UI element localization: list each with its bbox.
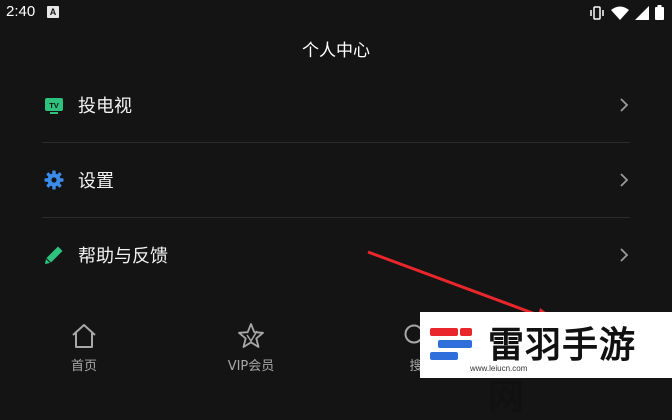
chevron-right-icon <box>620 98 629 112</box>
signal-icon <box>635 5 649 20</box>
gear-icon <box>44 170 64 190</box>
tab-label: 首页 <box>70 359 97 374</box>
wifi-icon <box>611 6 629 20</box>
battery-icon <box>655 5 664 20</box>
menu-item-settings[interactable]: 设置 <box>42 143 630 218</box>
menu-item-label: 设置 <box>78 171 114 192</box>
status-bar: 2:40 A <box>0 0 672 26</box>
pencil-icon <box>45 246 63 264</box>
menu-item-help-feedback[interactable]: 帮助与反馈 <box>42 218 630 292</box>
page-title: 个人中心 <box>302 41 370 61</box>
watermark: 雷羽手游网 <box>420 312 672 418</box>
menu-item-label: 帮助与反馈 <box>78 246 168 267</box>
chevron-right-icon <box>620 173 629 187</box>
status-icons <box>589 5 664 20</box>
home-icon <box>72 324 96 348</box>
tab-home[interactable]: 首页 <box>24 312 144 378</box>
tv-icon-text: TV <box>49 101 59 110</box>
menu-item-cast-tv[interactable]: TV 投电视 <box>42 68 630 143</box>
notification-icon: A <box>47 6 59 18</box>
watermark-url: www.leiucn.com <box>470 364 528 373</box>
menu-item-label: 投电视 <box>78 96 132 117</box>
tv-icon: TV <box>45 98 63 114</box>
menu-list: TV 投电视 设置 帮助与反馈 <box>42 68 630 292</box>
tab-label: VIP会员 <box>227 359 275 374</box>
vibrate-icon <box>590 5 604 20</box>
status-time: 2:40 <box>6 3 36 20</box>
star-icon <box>238 323 264 348</box>
chevron-right-icon <box>620 248 629 262</box>
tab-vip[interactable]: VIP会员 <box>191 312 311 378</box>
